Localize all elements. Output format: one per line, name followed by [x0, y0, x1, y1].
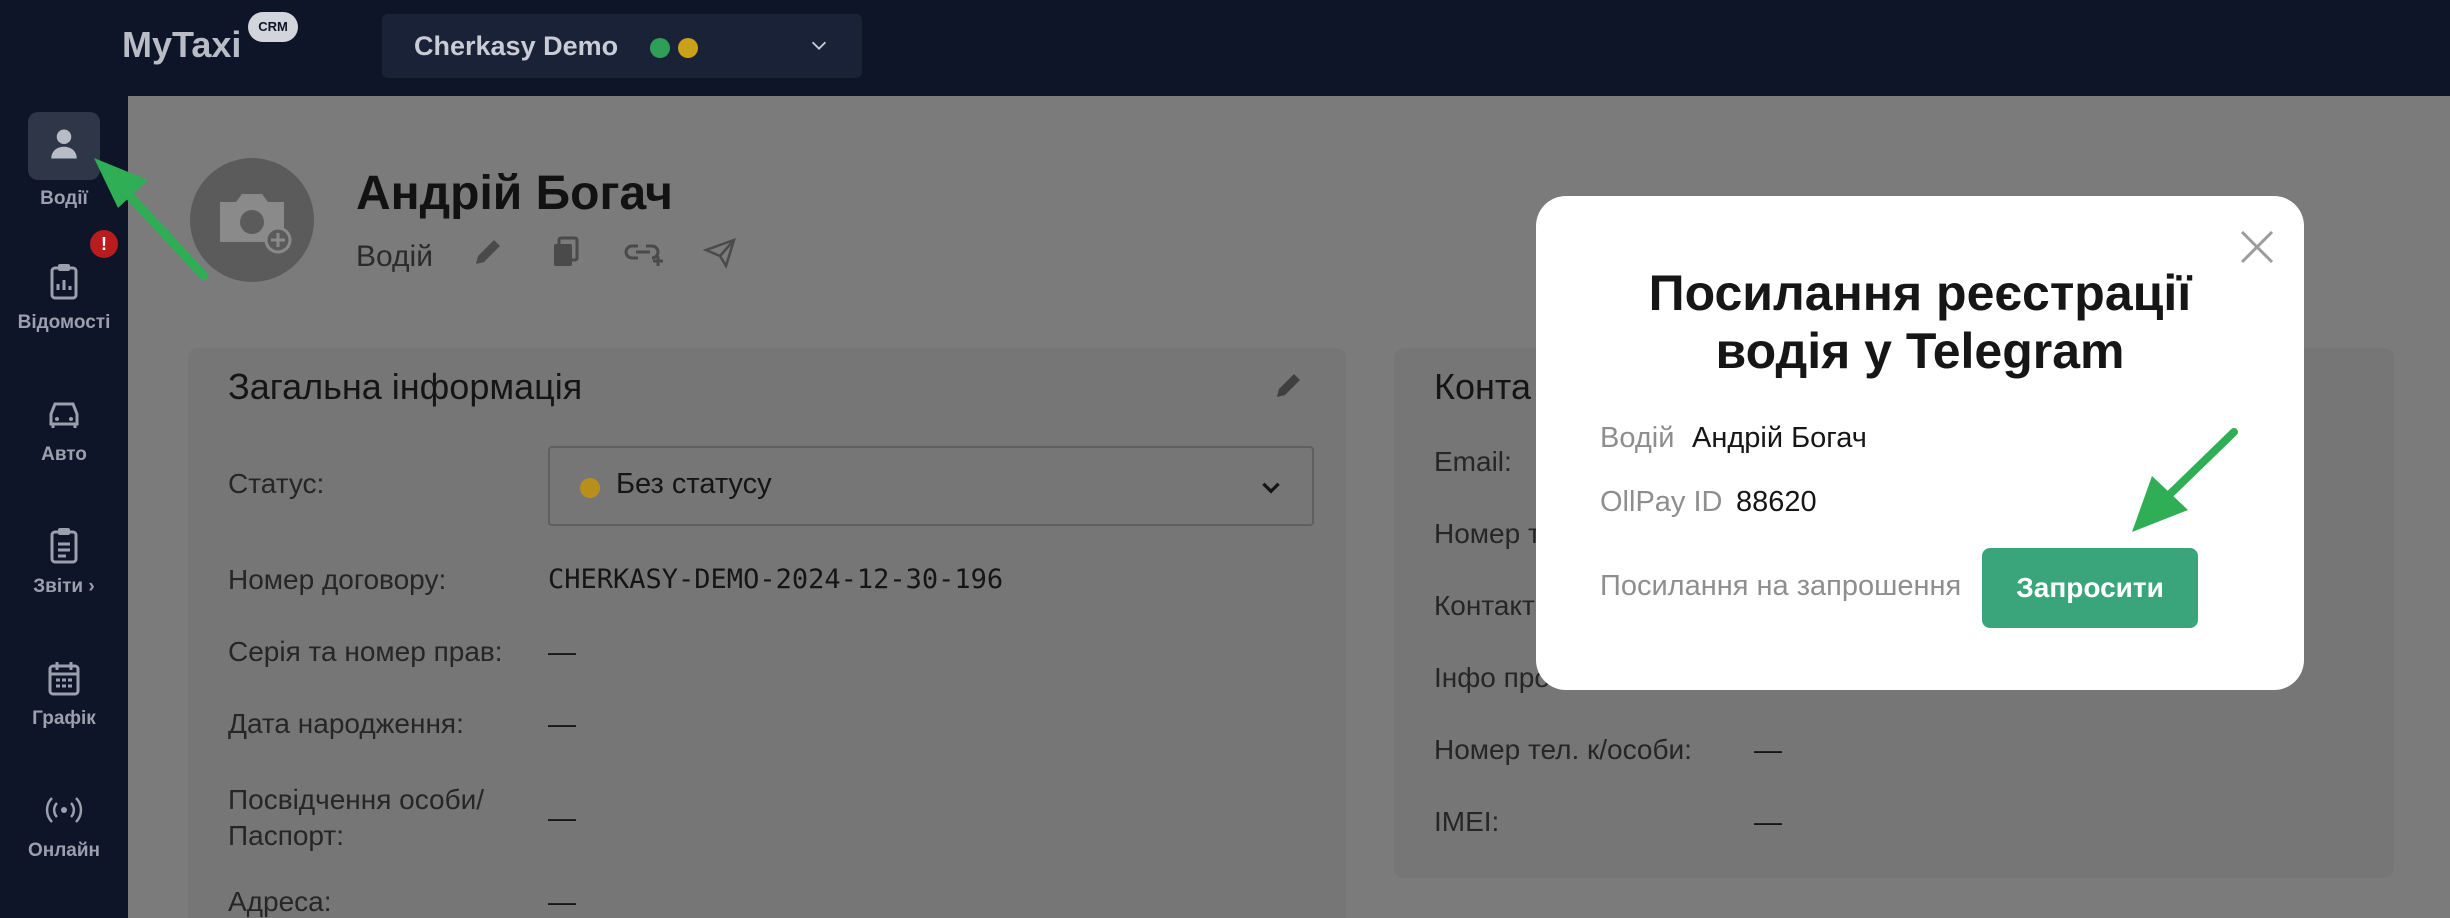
telegram-send-icon[interactable]: [702, 234, 738, 270]
user-icon: [51, 129, 77, 159]
status-label: Статус:: [228, 468, 325, 499]
modal-id-label: OllPay ID: [1600, 486, 1723, 518]
contact-phone-value: —: [1754, 734, 1782, 765]
crm-badge: CRM: [248, 12, 298, 42]
modal-link-label: Посилання на запрошення: [1600, 570, 1962, 602]
copy-icon[interactable]: [546, 234, 582, 270]
birthdate-value: —: [548, 708, 576, 739]
chevron-down-icon: [1262, 482, 1280, 494]
close-icon[interactable]: [2236, 226, 2278, 268]
modal-title: Посилання реєстрації водія у Telegram: [1648, 265, 2192, 379]
company-selector[interactable]: Cherkasy Demo: [382, 14, 862, 78]
sidebar-item-reports[interactable]: Звіти ›: [0, 524, 128, 598]
app-logo[interactable]: MyTaxi: [122, 24, 241, 66]
status-value: Без статусу: [616, 468, 772, 500]
passport-value: —: [548, 802, 576, 833]
camera-add-icon: [220, 194, 292, 254]
chevron-down-icon: [811, 41, 827, 50]
card-title: Загальна інформація: [228, 366, 583, 407]
car-icon: [49, 402, 79, 428]
invite-button[interactable]: Запросити: [1982, 548, 2198, 628]
contract-label: Номер договору:: [228, 564, 447, 595]
sidebar-item-label: Звіти ›: [33, 576, 95, 597]
shield-status-icon: [678, 38, 698, 58]
imei-value: —: [1754, 806, 1782, 837]
card-title: Конта: [1434, 366, 1531, 407]
status-dot-icon: [580, 478, 600, 498]
clipboard-icon: [50, 264, 78, 300]
broadcast-icon: [45, 797, 83, 823]
sidebar-item-label: Онлайн: [27, 840, 101, 861]
arrow-annotation: [2132, 428, 2238, 532]
license-label: Серія та номер прав:: [228, 636, 503, 667]
birthdate-label: Дата народження:: [228, 708, 464, 739]
modal-driver-value: Андрій Богач: [1692, 422, 1867, 454]
sidebar-item-online[interactable]: Онлайн: [0, 788, 128, 862]
contract-value: CHERKASY-DEMO-2024-12-30-196: [548, 564, 1004, 595]
location-status-icon: [650, 38, 670, 58]
sidebar-item-label: Графік: [32, 708, 96, 729]
report-icon: [50, 528, 78, 564]
info-label: Інфо про: [1434, 662, 1550, 693]
calendar-icon: [48, 662, 80, 696]
sidebar-item-cars[interactable]: Авто: [0, 392, 128, 466]
sidebar-item-schedule[interactable]: Графік: [0, 656, 128, 730]
license-value: —: [548, 636, 576, 667]
edit-icon[interactable]: [1272, 368, 1306, 402]
address-value: —: [548, 886, 576, 917]
modal-driver-label: Водій: [1600, 422, 1675, 454]
driver-name: Андрій Богач: [356, 167, 673, 220]
general-info-card: Загальна інформація Статус: Без статусу …: [188, 348, 1346, 918]
phone-label: Номер т: [1434, 518, 1541, 549]
contact-phone-label: Номер тел. к/особи:: [1434, 734, 1692, 765]
sidebar-item-label: Авто: [41, 444, 87, 465]
email-label: Email:: [1434, 446, 1512, 477]
address-label: Адреса:: [228, 886, 332, 917]
company-name: Cherkasy Demo: [414, 31, 619, 61]
arrow-annotation: [94, 158, 209, 281]
modal-id-value: 88620: [1736, 486, 1817, 518]
passport-label: Посвідчення особи/ Паспорт:: [228, 784, 485, 851]
contact-label: Контакт: [1434, 590, 1535, 621]
status-select[interactable]: Без статусу: [548, 446, 1314, 526]
imei-label: IMEI:: [1434, 806, 1500, 837]
link-add-icon[interactable]: [622, 234, 666, 270]
edit-icon[interactable]: [470, 234, 506, 270]
top-bar: MyTaxi CRM Cherkasy Demo: [0, 0, 2450, 96]
sidebar-item-label: Відомості: [17, 312, 111, 333]
driver-role: Водій: [356, 240, 433, 273]
